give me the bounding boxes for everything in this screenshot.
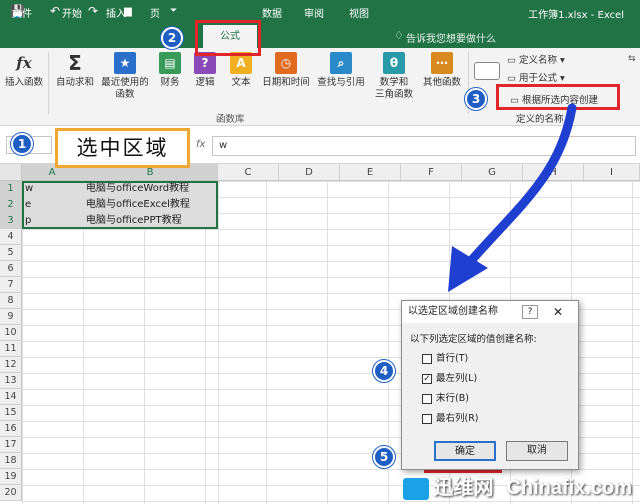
left-column-checkbox[interactable]: ✓ 最左列(L) [422,373,477,385]
help-button[interactable]: ? [522,305,538,319]
watermark-cn: 迅维网 [433,475,494,499]
create-names-dialog: 以选定区域创建名称 ? ✕ 以下列选定区域的值创建名称: 首行(T) ✓ 最左列(… [401,300,579,470]
right-column-checkbox[interactable]: 最右列(R) [422,413,479,425]
top-row-label: 首行(T) [436,353,469,364]
chinafix-logo-icon [403,477,430,500]
close-button[interactable]: ✕ [544,304,572,320]
bottom-row-checkbox[interactable]: 末行(B) [422,393,469,405]
bottom-row-label: 末行(B) [436,393,469,404]
watermark-en: Chinafix.com [506,477,632,499]
checkbox-box-checked[interactable]: ✓ [422,373,432,384]
cancel-button[interactable]: 取消 [506,441,568,461]
checkbox-box[interactable] [422,413,432,424]
checkbox-box[interactable] [422,393,432,404]
watermark: 迅维网 Chinafix.com [403,471,632,500]
checkbox-box[interactable] [422,353,432,364]
dialog-prompt: 以下列选定区域的值创建名称: [410,334,537,345]
excel-window: 💾 ↶ ↷ ▆ ⏷ 工作簿1.xlsx - Excel 文件 开始 插入 页 公… [0,0,640,504]
right-column-label: 最右列(R) [436,413,479,424]
left-column-label: 最左列(L) [436,373,478,384]
ok-button[interactable]: 确定 [434,441,496,461]
top-row-checkbox[interactable]: 首行(T) [422,353,468,365]
